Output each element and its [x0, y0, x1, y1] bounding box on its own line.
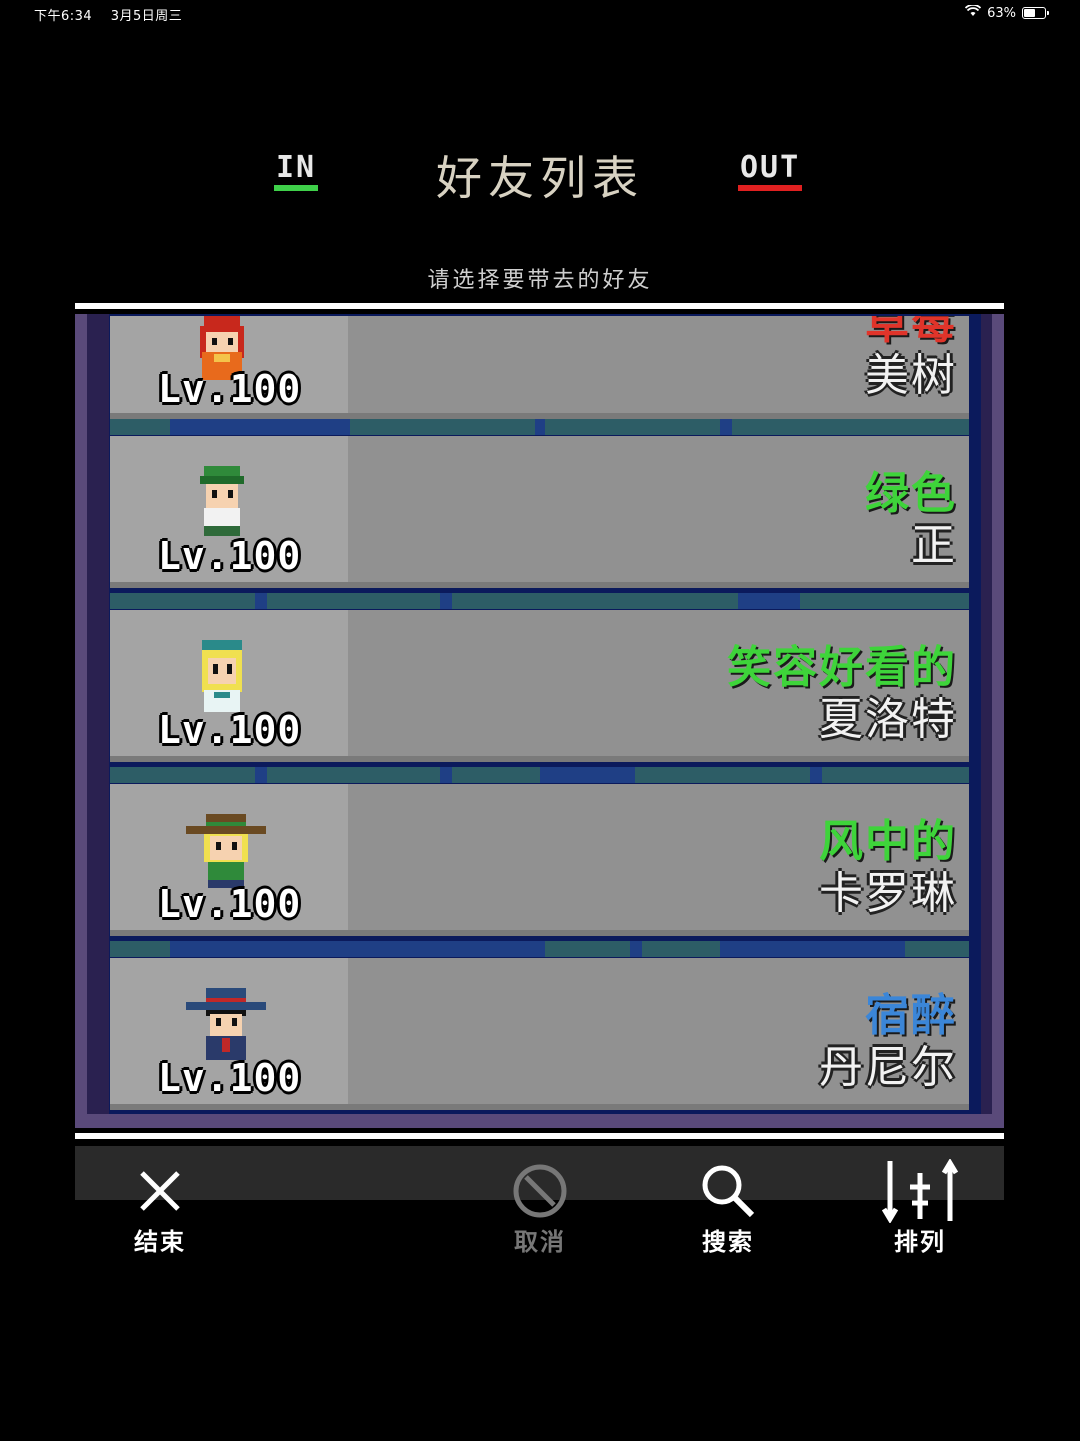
- friend-names: 草莓 美树: [865, 316, 957, 402]
- friend-name: 美树: [865, 350, 957, 401]
- friend-name: 卡罗琳: [819, 868, 957, 919]
- friend-level: Lv.100: [158, 708, 302, 752]
- friend-level: Lv.100: [158, 882, 302, 926]
- status-time: 下午6:34 3月5日周三: [34, 5, 182, 24]
- friend-title: 草莓: [865, 316, 957, 349]
- list-top-border: [75, 303, 1004, 309]
- tab-out[interactable]: OUT: [738, 150, 803, 191]
- friend-names: 风中的 卡罗琳: [819, 816, 957, 920]
- end-button[interactable]: 结束: [100, 1160, 220, 1257]
- friend-names: 宿醉 丹尼尔: [819, 990, 957, 1094]
- friend-name: 夏洛特: [819, 694, 957, 745]
- divider-strip: [110, 593, 969, 609]
- friend-card[interactable]: Lv.100 绿色 正: [110, 436, 969, 588]
- battery-icon: [1022, 7, 1049, 19]
- battery-percent: 63%: [987, 5, 1016, 21]
- friend-name: 正: [911, 520, 957, 571]
- sort-button[interactable]: 排列: [860, 1159, 980, 1257]
- sort-icon: [860, 1159, 980, 1223]
- divider-strip: [110, 419, 969, 435]
- cancel-icon: [480, 1160, 600, 1222]
- cancel-button[interactable]: 取消: [480, 1160, 600, 1257]
- friend-title: 宿醉: [865, 990, 957, 1041]
- friend-card[interactable]: Lv.100 风中的 卡罗琳: [110, 784, 969, 936]
- friend-title: 绿色: [865, 468, 957, 519]
- tab-out-label: OUT: [740, 150, 801, 185]
- divider-strip: [110, 941, 969, 957]
- search-button-label: 搜索: [702, 1228, 754, 1256]
- friend-title: 风中的: [819, 816, 957, 867]
- wifi-icon: [964, 4, 982, 21]
- friend-names: 笑容好看的 夏洛特: [727, 642, 957, 746]
- search-button[interactable]: 搜索: [668, 1160, 788, 1257]
- friend-level: Lv.100: [158, 367, 302, 411]
- sort-button-label: 排列: [894, 1228, 946, 1256]
- status-right: 63%: [964, 4, 1049, 21]
- friend-title: 笑容好看的: [727, 642, 957, 693]
- friend-card[interactable]: Lv.100 笑容好看的 夏洛特: [110, 610, 969, 762]
- search-icon: [668, 1160, 788, 1222]
- page-title: 好友列表: [436, 151, 644, 205]
- friend-card[interactable]: Lv.100 草莓 美树: [110, 316, 969, 419]
- friend-level: Lv.100: [158, 534, 302, 578]
- divider-strip: [110, 767, 969, 783]
- friend-level: Lv.100: [158, 1056, 302, 1100]
- friend-name: 丹尼尔: [819, 1042, 957, 1093]
- date-text: 3月5日周三: [110, 9, 183, 24]
- cancel-button-label: 取消: [514, 1228, 566, 1256]
- time-text: 下午6:34: [34, 9, 93, 24]
- end-button-label: 结束: [134, 1228, 186, 1256]
- friend-card[interactable]: Lv.100 宿醉 丹尼尔: [110, 958, 969, 1110]
- tab-out-underline: [738, 185, 803, 191]
- friend-names: 绿色 正: [865, 468, 957, 572]
- status-bar: 下午6:34 3月5日周三 63%: [0, 0, 1080, 26]
- list-bottom-border: [75, 1133, 1004, 1139]
- battery-fill: [1024, 9, 1035, 17]
- close-icon: [100, 1160, 220, 1222]
- instruction-text: 请选择要带去的好友: [427, 268, 653, 293]
